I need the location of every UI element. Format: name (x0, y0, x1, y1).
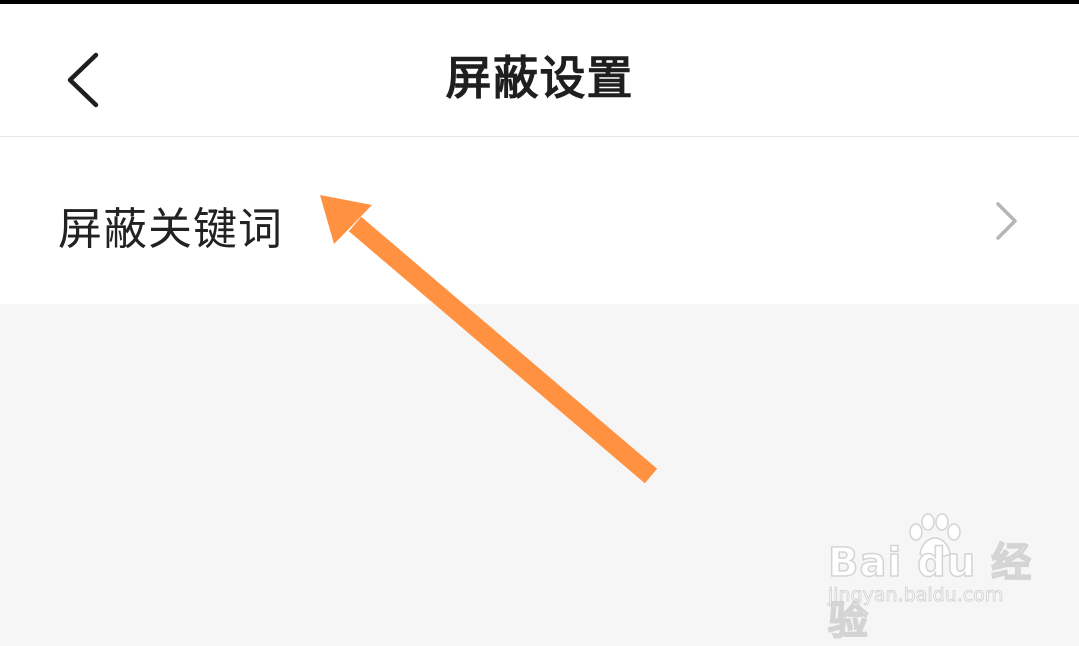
annotation-arrow (320, 195, 658, 484)
